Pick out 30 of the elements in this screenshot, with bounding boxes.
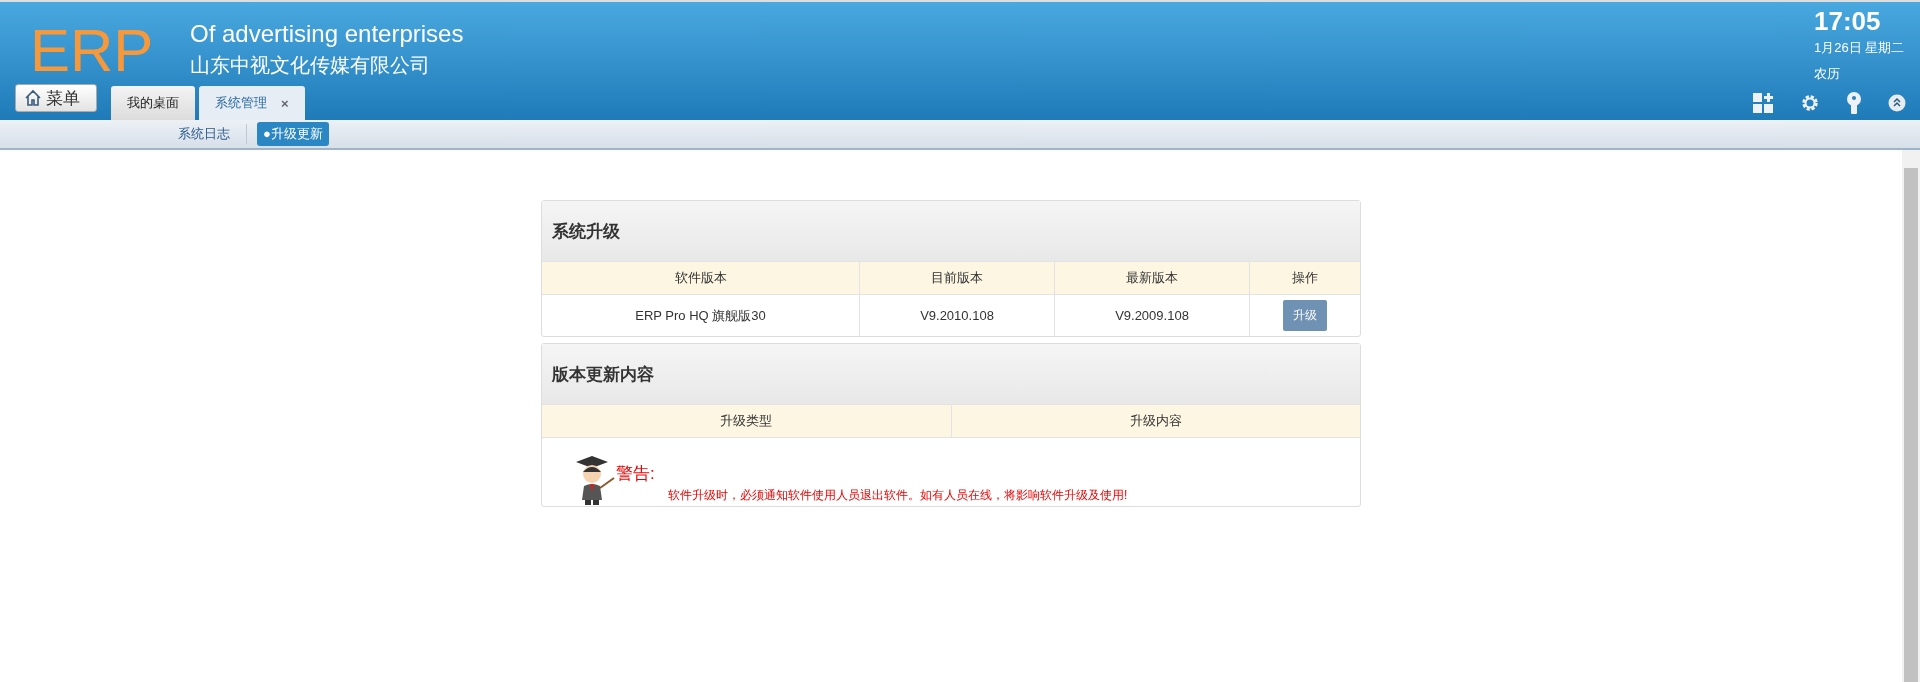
tab[interactable]: 我的桌面 xyxy=(111,86,195,120)
column-header: 最新版本 xyxy=(1054,261,1250,295)
column-header: 升级内容 xyxy=(951,404,1360,438)
collapse-icon[interactable] xyxy=(1888,94,1906,112)
upgrade-button[interactable]: 升级 xyxy=(1283,300,1327,331)
scrollbar[interactable] xyxy=(1902,150,1920,682)
panel-title: 版本更新内容 xyxy=(542,344,1360,404)
column-header: 软件版本 xyxy=(542,261,860,295)
column-header: 升级类型 xyxy=(542,404,951,438)
column-header: 操作 xyxy=(1249,261,1360,295)
close-icon[interactable]: × xyxy=(281,95,289,111)
erp-logo: ERP xyxy=(30,16,155,82)
home-icon xyxy=(24,89,42,107)
menu-button[interactable]: 菜单 xyxy=(15,84,97,112)
lunar-date: 农历 xyxy=(1814,65,1841,83)
table-cell: ERP Pro HQ 旗舰版30 xyxy=(542,294,860,336)
slogan: Of advertising enterprises xyxy=(190,20,464,48)
subnav-link[interactable]: 系统日志 xyxy=(172,122,236,146)
clock-date: 1月26日 星期二 xyxy=(1814,39,1906,57)
panel-title: 系统升级 xyxy=(542,201,1360,261)
tab[interactable]: 系统管理 × xyxy=(199,86,305,120)
add-widget-icon[interactable] xyxy=(1752,92,1774,114)
column-header: 目前版本 xyxy=(859,261,1055,295)
key-icon[interactable] xyxy=(1846,92,1862,114)
clock-time: 17:05 xyxy=(1814,6,1882,37)
settings-icon[interactable] xyxy=(1800,93,1820,113)
warning-label: 警告: xyxy=(616,463,656,485)
subnav-link[interactable]: ●升级更新 xyxy=(257,122,329,146)
company-name: 山东中视文化传媒有限公司 xyxy=(190,53,431,78)
warning-message: 软件升级时，必须通知软件使用人员退出软件。如有人员在线，将影响软件升级及使用! xyxy=(668,487,1128,504)
